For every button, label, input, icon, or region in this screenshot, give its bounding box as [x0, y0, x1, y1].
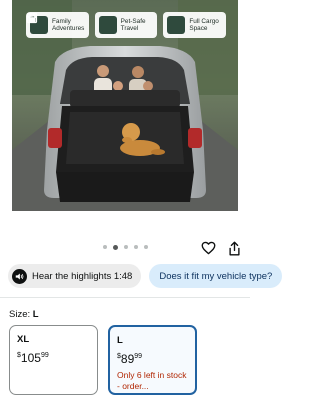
- carousel-dot[interactable]: [133, 245, 138, 249]
- feature-line1: Family: [52, 17, 71, 25]
- size-option-price: $ 89 99: [117, 352, 188, 366]
- feature-line1: Pet-Safe: [120, 17, 146, 25]
- speaker-icon: [12, 268, 27, 284]
- carousel-dot[interactable]: [143, 245, 148, 249]
- fit-question-label: Does it fit my vehicle type?: [159, 270, 273, 282]
- stock-warning: Only 6 left in stock - order...: [117, 370, 187, 391]
- size-selected-value: L: [32, 309, 39, 320]
- size-option-xl[interactable]: XL $ 105 99: [9, 325, 98, 395]
- share-button[interactable]: [225, 239, 243, 257]
- size-option-name: XL: [17, 334, 30, 345]
- price-whole: 105: [20, 351, 41, 365]
- chip-row: Hear the highlights 1:48 Does it fit my …: [8, 264, 283, 288]
- fit-question-chip[interactable]: Does it fit my vehicle type?: [149, 264, 283, 288]
- size-option-price: $ 105 99: [17, 351, 90, 365]
- section-divider: [0, 297, 250, 298]
- size-option-name: L: [117, 335, 123, 346]
- paw-icon: [27, 13, 117, 34]
- product-image[interactable]: Family Adventures Pet-Safe Travel Full C…: [0, 0, 250, 232]
- feature-badges: Family Adventures Pet-Safe Travel Full C…: [26, 12, 227, 38]
- feature-line2: Space: [189, 25, 208, 32]
- price-cents: 99: [134, 353, 143, 360]
- feature-badge-cargo: Full Cargo Space: [26, 12, 227, 38]
- size-label: Size:: [9, 309, 31, 320]
- feature-line2: Travel: [120, 25, 139, 32]
- carousel-dot[interactable]: [102, 245, 107, 249]
- hear-highlights-label: Hear the highlights 1:48: [32, 270, 133, 282]
- feature-badge-pet: Pet-Safe Travel: [27, 12, 158, 38]
- favorite-button[interactable]: [199, 239, 217, 257]
- feature-line1: Full Cargo: [189, 17, 219, 25]
- price-cents: 99: [40, 352, 49, 359]
- hear-highlights-button[interactable]: Hear the highlights 1:48: [8, 264, 142, 288]
- share-icon: [228, 241, 240, 255]
- cargo-icon: [26, 12, 186, 34]
- heart-icon: [201, 241, 215, 255]
- size-heading: Size: L: [9, 309, 39, 320]
- feature-line2: Adventures: [52, 25, 85, 32]
- price-whole: 89: [120, 352, 135, 366]
- carousel-dot-active[interactable]: [112, 244, 118, 250]
- size-option-l[interactable]: L $ 89 99 Only 6 left in stock - order..…: [108, 325, 197, 395]
- carousel-dot[interactable]: [123, 245, 128, 249]
